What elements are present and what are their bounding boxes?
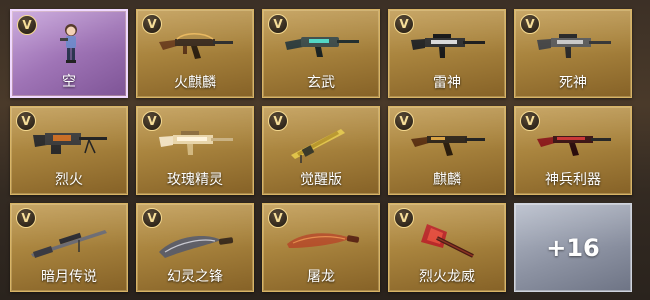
carbine-rifle-icon (411, 34, 485, 58)
item-tile-liehuolongwei[interactable]: V 烈火龙威 (388, 203, 506, 292)
item-tile-qilin[interactable]: V 麒麟 (388, 106, 506, 195)
assault-rifle-icon (159, 33, 233, 59)
inventory-screen: { "colors": { "gold_tile": "#a9843e", "p… (0, 0, 650, 300)
item-label: 雷神 (433, 75, 461, 91)
sniper-rifle-icon (31, 230, 107, 258)
kukri-blade-icon (159, 236, 234, 258)
item-label: 死神 (559, 75, 587, 91)
character-figure-icon (60, 24, 77, 63)
item-tile-liehuo[interactable]: V 烈火 (10, 106, 128, 195)
v-badge-icon: V (17, 15, 37, 35)
item-tile-shenbingliqi[interactable]: V 神兵利器 (514, 106, 632, 195)
item-tile-empty[interactable]: V 空 (10, 9, 128, 98)
item-tile-meiguijingling[interactable]: V 玫瑰精灵 (136, 106, 254, 195)
item-label: 烈火龙威 (419, 269, 475, 285)
item-tile-xuanwu[interactable]: V 玄武 (262, 9, 380, 98)
item-tile-anyuechuanshuo[interactable]: V 暗月传说 (10, 203, 128, 292)
item-label: 幻灵之锋 (167, 269, 223, 285)
item-label: 玫瑰精灵 (167, 172, 223, 188)
weapon-grid: V 空 V 火麒麟 V 玄武 V 雷神 V 死神 V 烈火 V 玫瑰精灵 V 觉… (10, 9, 632, 292)
item-tile-leishen[interactable]: V 雷神 (388, 9, 506, 98)
gatling-gun-icon (291, 129, 345, 163)
more-count: +16 (546, 233, 600, 262)
item-label: 屠龙 (307, 269, 335, 285)
item-label: 神兵利器 (545, 172, 601, 188)
energy-rifle-icon (285, 37, 359, 57)
more-items-tile[interactable]: +16 (514, 203, 632, 292)
item-tile-sishen[interactable]: V 死神 (514, 9, 632, 98)
item-label: 觉醒版 (300, 172, 342, 188)
item-label: 暗月传说 (41, 269, 97, 285)
item-label: 麒麟 (433, 172, 461, 188)
curved-blade-icon (287, 233, 360, 248)
carbine-rifle-icon (537, 34, 611, 58)
item-tile-tulong[interactable]: V 屠龙 (262, 203, 380, 292)
item-label: 火麒麟 (174, 75, 216, 91)
item-tile-juexingban[interactable]: V 觉醒版 (262, 106, 380, 195)
machine-gun-icon (33, 133, 107, 154)
axe-icon (421, 224, 474, 258)
assault-rifle-icon (537, 136, 611, 156)
item-label: 空 (62, 74, 76, 90)
item-label: 烈火 (55, 172, 83, 188)
assault-rifle-icon (411, 136, 485, 156)
item-tile-huoqilin[interactable]: V 火麒麟 (136, 9, 254, 98)
item-tile-huanlingzhifeng[interactable]: V 幻灵之锋 (136, 203, 254, 292)
carbine-rifle-icon (159, 131, 233, 155)
item-label: 玄武 (307, 75, 335, 91)
